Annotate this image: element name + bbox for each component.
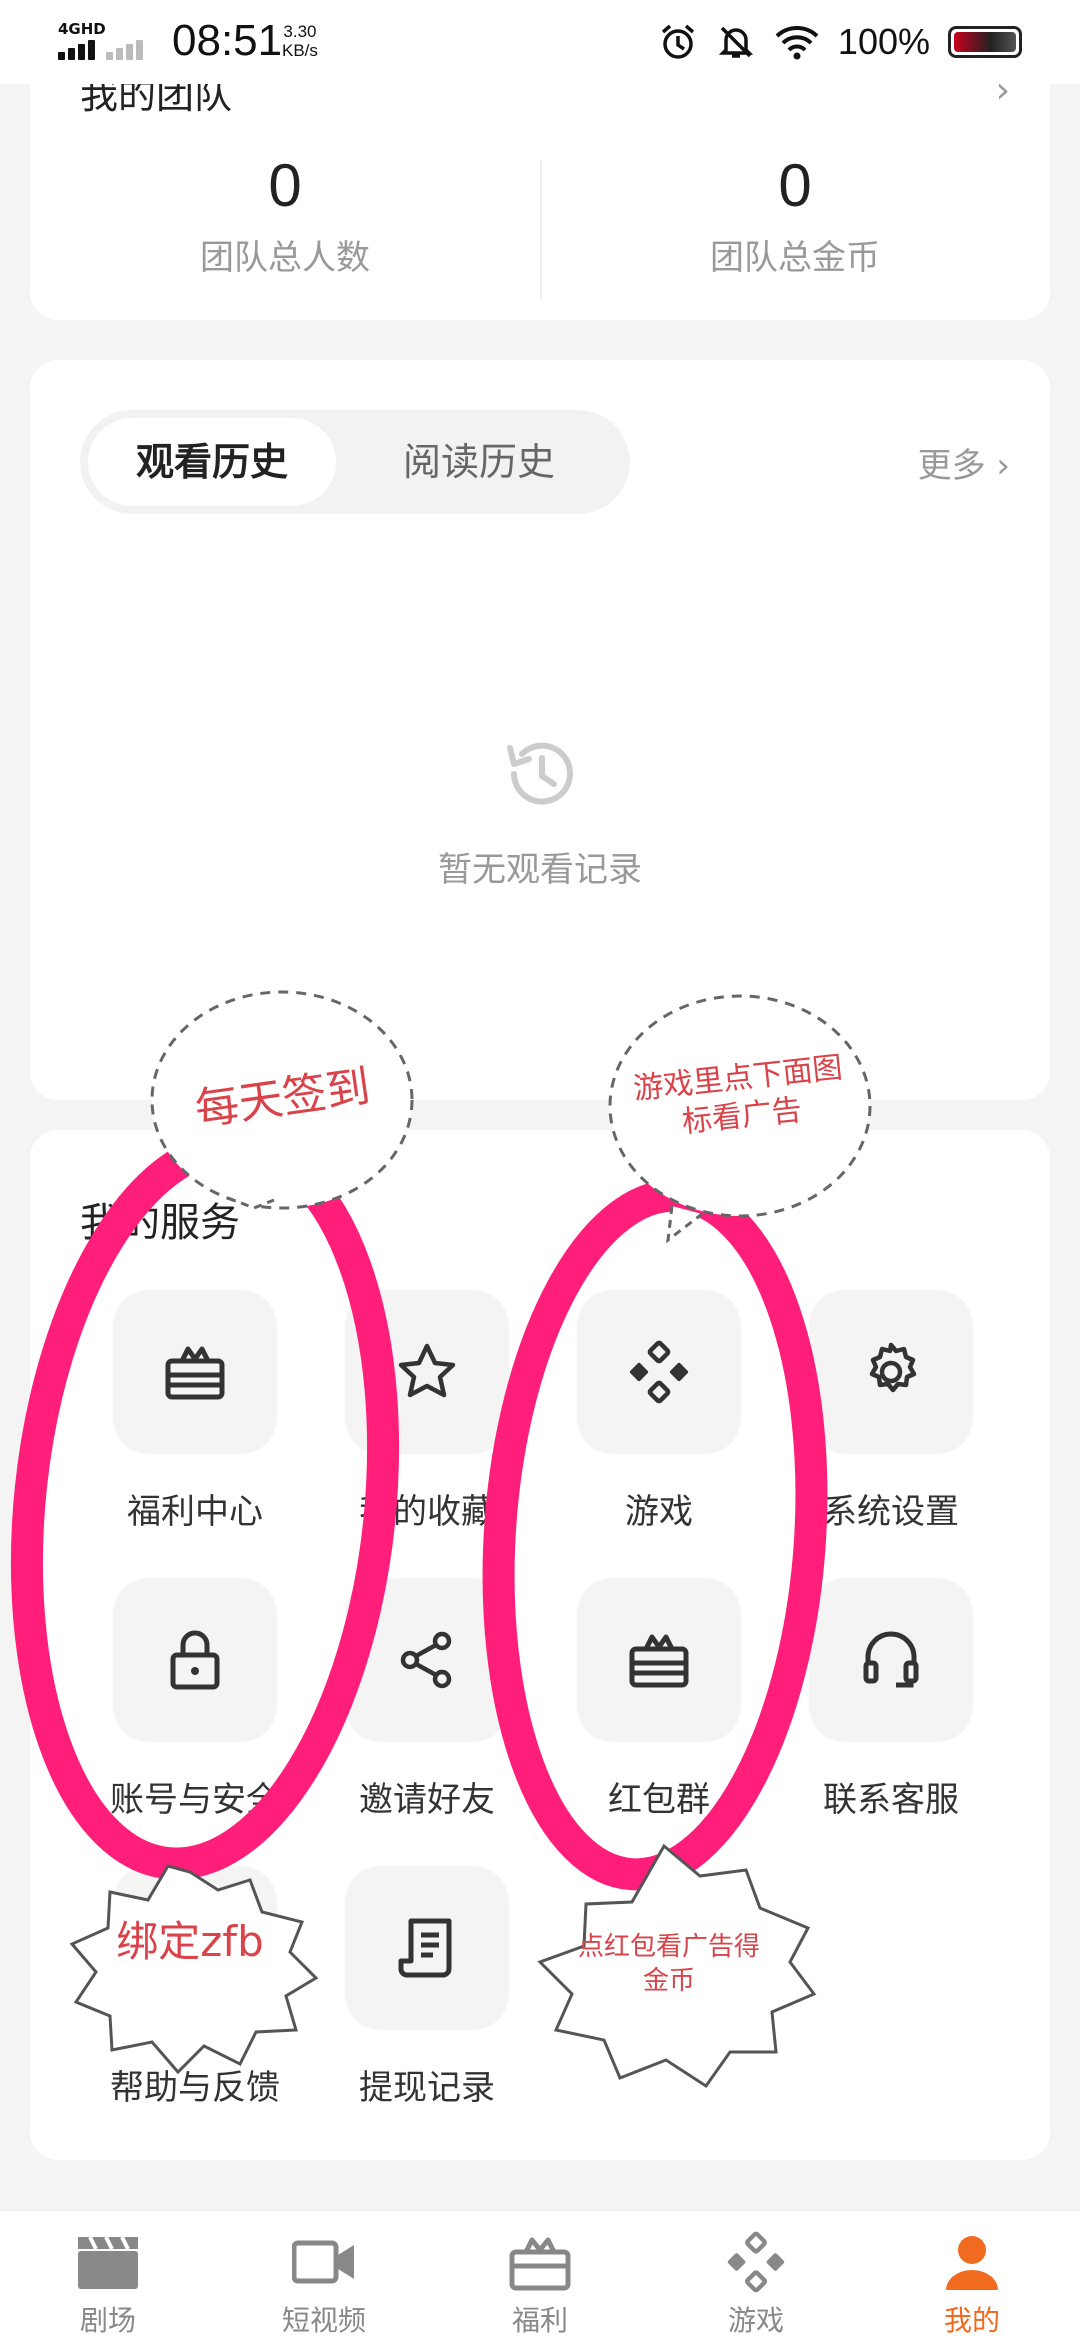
- battery-icon: [948, 26, 1022, 58]
- tab-read-history[interactable]: 阅读历史: [336, 418, 622, 506]
- history-card: 观看历史 阅读历史 更多 › 暂无观看记录: [30, 360, 1050, 1100]
- service-favorites[interactable]: 我的收藏: [312, 1290, 542, 1533]
- gamepad-icon: [648, 2227, 864, 2297]
- speed-unit: KB/s: [282, 41, 318, 60]
- service-games[interactable]: 游戏: [544, 1290, 774, 1533]
- service-withdraw-records[interactable]: 提现记录: [312, 1866, 542, 2109]
- nav-theater[interactable]: 剧场: [0, 2227, 216, 2339]
- service-account-security[interactable]: 账号与安全: [80, 1578, 310, 1821]
- team-coins-stat: 0 团队总金币: [540, 150, 1050, 279]
- nav-me[interactable]: 我的: [864, 2227, 1080, 2339]
- mute-icon: [718, 26, 754, 58]
- network-type: 4GHD: [58, 20, 106, 38]
- service-label: 账号与安全: [110, 1780, 280, 1820]
- nav-label: 福利: [511, 2304, 568, 2337]
- status-icons: 100%: [658, 18, 1022, 66]
- history-tabs: 观看历史 阅读历史: [80, 410, 630, 514]
- alarm-icon: [661, 24, 695, 59]
- stat-label: 团队总金币: [710, 238, 880, 278]
- battery-percent: 100%: [837, 21, 930, 62]
- services-card: 我的服务 福利中心 我的收藏 游戏 系统设置 账号与安全 邀请好友 红包群 联系…: [30, 1130, 1050, 2160]
- receipt-icon: [345, 1866, 509, 2030]
- service-label: 福利中心: [127, 1492, 263, 1532]
- bottom-nav: 剧场 短视频 福利 游戏 我的: [0, 2210, 1080, 2340]
- tab-watch-history[interactable]: 观看历史: [88, 418, 336, 506]
- stat-value: 0: [268, 152, 302, 219]
- gift-box-icon: [113, 1290, 277, 1454]
- chevron-right-icon: ›: [996, 446, 1010, 486]
- speed-value: 3.30: [283, 22, 317, 41]
- nav-label: 我的: [943, 2304, 1000, 2337]
- nav-short-video[interactable]: 短视频: [216, 2227, 432, 2339]
- more-label: 更多: [917, 446, 986, 486]
- service-label: 帮助与反馈: [110, 2068, 280, 2108]
- star-icon: [345, 1290, 509, 1454]
- nav-games[interactable]: 游戏: [648, 2227, 864, 2339]
- service-customer-support[interactable]: 联系客服: [776, 1578, 1006, 1821]
- service-red-packet-group[interactable]: 红包群: [544, 1578, 774, 1821]
- annotation-redpacket-text: 点红包看广告得金币: [577, 1932, 760, 1996]
- nav-label: 游戏: [727, 2304, 784, 2337]
- lock-icon: [113, 1578, 277, 1742]
- service-label: 邀请好友: [359, 1780, 495, 1820]
- gift-box-icon: [577, 1578, 741, 1742]
- service-label: 红包群: [608, 1780, 710, 1820]
- service-label: 我的收藏: [359, 1492, 495, 1532]
- service-help-feedback[interactable]: 帮助与反馈: [80, 1866, 310, 2109]
- stat-value: 0: [778, 152, 812, 219]
- gift-box-icon: [432, 2227, 648, 2297]
- nav-welfare[interactable]: 福利: [432, 2227, 648, 2339]
- service-invite-friends[interactable]: 邀请好友: [312, 1578, 542, 1821]
- signal-icon: [58, 38, 168, 60]
- annotation-zfb-text: 绑定zfb: [116, 1917, 264, 1966]
- status-bar: 4GHD 08:51 3.30 KB/s 100%: [0, 0, 1080, 84]
- clock: 08:51: [172, 16, 283, 65]
- history-icon: [507, 742, 573, 805]
- video-camera-icon: [216, 2227, 432, 2297]
- team-member-stat: 0 团队总人数: [30, 150, 540, 279]
- services-title: 我的服务: [80, 1200, 240, 1246]
- network-speed: 3.30 KB/s: [282, 22, 318, 60]
- gear-icon: [809, 1290, 973, 1454]
- clapperboard-icon: [0, 2227, 216, 2297]
- person-icon: [864, 2227, 1080, 2297]
- service-label: 联系客服: [823, 1780, 959, 1820]
- service-settings[interactable]: 系统设置: [776, 1290, 1006, 1533]
- stat-label: 团队总人数: [200, 238, 370, 278]
- nav-label: 短视频: [281, 2304, 366, 2337]
- nav-label: 剧场: [79, 2304, 136, 2337]
- headset-icon: [809, 1578, 973, 1742]
- gamepad-icon: [577, 1290, 741, 1454]
- service-label: 游戏: [625, 1492, 693, 1532]
- service-label: 提现记录: [359, 2068, 495, 2108]
- wifi-icon: [775, 26, 819, 60]
- service-label: 系统设置: [823, 1492, 959, 1532]
- share-icon: [345, 1578, 509, 1742]
- empty-history-text: 暂无观看记录: [438, 850, 642, 890]
- more-link[interactable]: 更多 ›: [918, 438, 1010, 487]
- service-welfare-center[interactable]: 福利中心: [80, 1290, 310, 1533]
